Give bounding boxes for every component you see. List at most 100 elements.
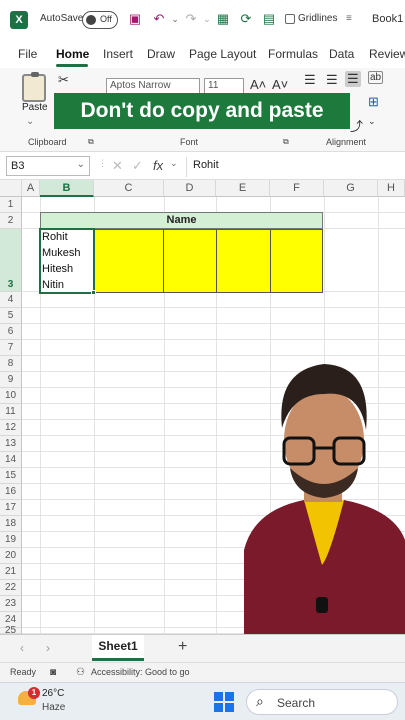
tab-insert[interactable]: Insert <box>103 47 133 61</box>
fill-handle[interactable] <box>91 290 96 295</box>
column-header-f[interactable]: F <box>270 180 324 197</box>
cell-c3[interactable] <box>93 229 164 293</box>
refresh-icon[interactable]: ⟳ <box>239 12 253 26</box>
row-header[interactable]: 4 <box>0 292 22 308</box>
sheet-tab-sheet1[interactable]: Sheet1 <box>92 635 144 661</box>
orientation-dropdown-icon[interactable]: ⌄ <box>368 116 376 127</box>
clipboard-launcher-icon[interactable]: ⧉ <box>88 137 94 147</box>
tab-review[interactable]: Review <box>369 47 405 61</box>
accessibility-status[interactable]: Accessibility: Good to go <box>91 667 190 677</box>
name-box[interactable]: B3 ⌄ <box>6 156 90 176</box>
tab-page-layout[interactable]: Page Layout <box>189 47 256 61</box>
tab-home[interactable]: Home <box>56 47 89 61</box>
row-header[interactable]: 14 <box>0 452 22 468</box>
row-header[interactable]: 9 <box>0 372 22 388</box>
row-header[interactable]: 5 <box>0 308 22 324</box>
row-header[interactable]: 10 <box>0 388 22 404</box>
undo-icon[interactable]: ↶ <box>152 12 166 26</box>
row-header[interactable]: 13 <box>0 436 22 452</box>
align-middle-icon[interactable]: ☰ <box>326 72 338 88</box>
column-header-a[interactable]: A <box>22 180 40 197</box>
add-sheet-icon[interactable]: + <box>178 638 187 656</box>
cell-e3[interactable] <box>216 229 271 293</box>
tab-file[interactable]: File <box>18 47 37 61</box>
fx-dropdown-icon[interactable]: ⌄ <box>170 158 178 169</box>
row-header[interactable]: 20 <box>0 548 22 564</box>
formula-input[interactable]: Rohit <box>186 157 400 177</box>
row-header[interactable]: 16 <box>0 484 22 500</box>
name-header-cell[interactable]: Name <box>40 212 323 229</box>
save-icon[interactable]: ▣ <box>128 12 142 26</box>
orientation-icon[interactable]: ⤴ <box>350 116 363 135</box>
row-header[interactable]: 21 <box>0 564 22 580</box>
column-header-g[interactable]: G <box>324 180 378 197</box>
font-group-label: Font <box>180 137 199 147</box>
formula-bar: B3 ⌄ ⋮ ✕ ✓ fx ⌄ Rohit <box>0 152 405 180</box>
decrease-font-icon[interactable]: A˅ <box>272 77 288 92</box>
row-header[interactable]: 8 <box>0 356 22 372</box>
insert-function-icon[interactable]: fx <box>153 158 163 173</box>
name-box-dropdown-icon[interactable]: ⌄ <box>77 159 85 170</box>
presenter-video-overlay <box>244 364 405 634</box>
column-header-c[interactable]: C <box>94 180 164 197</box>
undo-dropdown-icon[interactable]: ⌄ <box>168 12 182 26</box>
row-header[interactable]: 1 <box>0 197 22 213</box>
formula-options-icon[interactable]: ⋮ <box>98 158 107 169</box>
tab-formulas[interactable]: Formulas <box>268 47 318 61</box>
select-all-corner[interactable] <box>0 180 22 197</box>
tab-draw[interactable]: Draw <box>147 47 175 61</box>
weather-temp[interactable]: 26°C <box>42 688 64 699</box>
redo-icon[interactable]: ↷ <box>184 12 198 26</box>
row-header[interactable]: 12 <box>0 420 22 436</box>
cell-f3[interactable] <box>270 229 323 293</box>
tab-data[interactable]: Data <box>329 47 354 61</box>
align-bottom-icon[interactable]: ☰ <box>345 71 361 87</box>
macro-record-icon[interactable]: ◙ <box>50 667 56 678</box>
row-header[interactable]: 23 <box>0 596 22 612</box>
font-size-select[interactable]: 11 <box>204 78 244 94</box>
column-header-e[interactable]: E <box>216 180 270 197</box>
paste-dropdown-icon[interactable]: ⌄ <box>26 116 34 127</box>
notification-badge: 1 <box>28 687 40 699</box>
row-header[interactable]: 3 <box>0 229 22 292</box>
windows-start-icon[interactable] <box>214 692 234 712</box>
weather-condition[interactable]: Haze <box>42 702 65 713</box>
row-header[interactable]: 6 <box>0 324 22 340</box>
table-icon[interactable]: ▤ <box>262 12 276 26</box>
row-header[interactable]: 2 <box>0 213 22 229</box>
font-name-select[interactable]: Aptos Narrow <box>106 78 200 94</box>
gridlines-checkbox[interactable] <box>285 14 295 24</box>
merge-center-icon[interactable]: ⊞ <box>368 94 379 110</box>
row-header[interactable]: 15 <box>0 468 22 484</box>
cut-icon[interactable]: ✂ <box>58 72 69 88</box>
row-header[interactable]: 18 <box>0 516 22 532</box>
redo-dropdown-icon[interactable]: ⌄ <box>200 12 214 26</box>
font-launcher-icon[interactable]: ⧉ <box>283 137 289 147</box>
paste-icon[interactable] <box>22 72 46 102</box>
alignment-group-label: Alignment <box>326 137 367 147</box>
increase-font-icon[interactable]: A˄ <box>250 77 266 92</box>
column-header-h[interactable]: H <box>378 180 405 197</box>
row-header[interactable]: 7 <box>0 340 22 356</box>
column-header-b[interactable]: B <box>40 180 94 197</box>
sheet-tab-bar: ‹ › Sheet1 + <box>0 634 405 662</box>
row-header[interactable]: 22 <box>0 580 22 596</box>
accessibility-icon[interactable]: ⚇ <box>76 667 85 678</box>
wrap-text-icon[interactable]: ab <box>368 71 384 84</box>
enter-icon[interactable]: ✓ <box>132 158 143 174</box>
row-header[interactable]: 17 <box>0 500 22 516</box>
customize-toolbar-icon[interactable]: ≡ <box>346 13 352 24</box>
next-sheet-icon[interactable]: › <box>46 641 50 655</box>
column-header-d[interactable]: D <box>164 180 216 197</box>
cancel-icon[interactable]: ✕ <box>112 158 123 174</box>
row-header[interactable]: 19 <box>0 532 22 548</box>
row-header[interactable]: 11 <box>0 404 22 420</box>
taskbar-search[interactable]: ⌕ Search <box>246 689 398 715</box>
title-bar: X AutoSave Off ▣ ↶ ⌄ ↷ ⌄ ▦ ⟳ ▤ Gridlines… <box>0 0 405 40</box>
prev-sheet-icon[interactable]: ‹ <box>20 641 24 655</box>
form-icon[interactable]: ▦ <box>216 12 230 26</box>
align-top-icon[interactable]: ☰ <box>304 72 316 88</box>
paste-label[interactable]: Paste <box>22 102 48 113</box>
cell-d3[interactable] <box>163 229 217 293</box>
autosave-toggle[interactable]: Off <box>82 11 118 29</box>
